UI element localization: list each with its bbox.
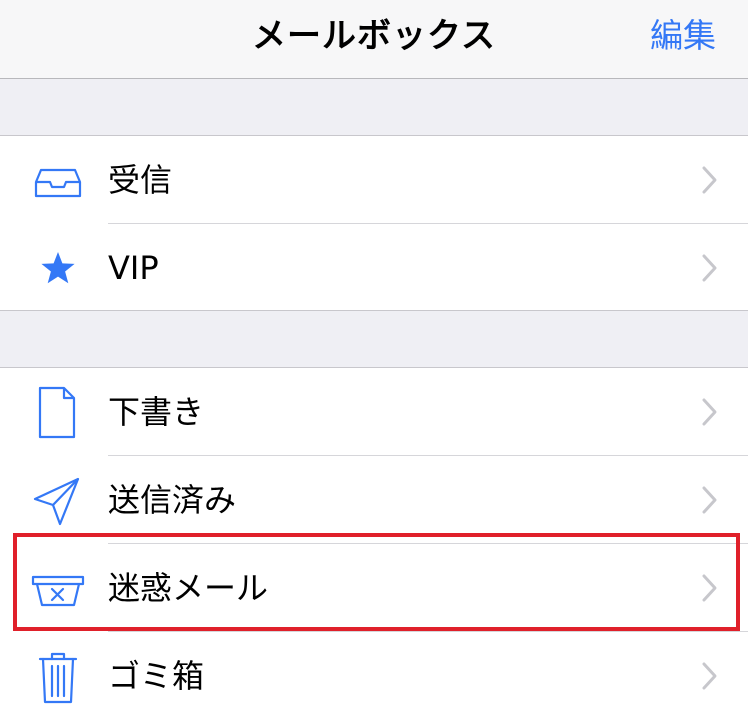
chevron-right-icon xyxy=(700,485,720,515)
inbox-tray-icon xyxy=(28,150,88,210)
mailbox-label: VIP xyxy=(108,249,159,287)
mailbox-row-sent[interactable]: 送信済み xyxy=(0,456,748,544)
junk-box-icon xyxy=(28,558,88,618)
chevron-right-icon xyxy=(700,253,720,283)
mailbox-label: ゴミ箱 xyxy=(108,657,205,695)
mailbox-label: 下書き xyxy=(108,393,205,431)
star-icon xyxy=(28,238,88,298)
mailbox-label: 迷惑メール xyxy=(108,569,269,607)
mailbox-row-inbox[interactable]: 受信 xyxy=(0,136,748,224)
mailbox-label: 受信 xyxy=(108,161,173,199)
mailbox-row-vip[interactable]: VIP xyxy=(0,224,748,312)
navigation-bar: メールボックス 編集 xyxy=(0,0,748,79)
paper-plane-icon xyxy=(28,470,88,530)
chevron-right-icon xyxy=(700,165,720,195)
mailbox-group-primary: 受信 VIP xyxy=(0,135,748,311)
mailbox-label: 送信済み xyxy=(108,481,237,519)
trash-icon xyxy=(28,646,88,706)
edit-button[interactable]: 編集 xyxy=(650,0,716,79)
document-icon xyxy=(28,382,88,442)
mailbox-row-drafts[interactable]: 下書き xyxy=(0,368,748,456)
mailbox-row-junk[interactable]: 迷惑メール xyxy=(0,544,748,632)
mailbox-row-trash[interactable]: ゴミ箱 xyxy=(0,632,748,720)
chevron-right-icon xyxy=(700,397,720,427)
chevron-right-icon xyxy=(700,573,720,603)
page-title: メールボックス xyxy=(252,16,496,56)
mailbox-group-secondary: 下書き 送信済み 迷惑メール ゴミ箱 xyxy=(0,367,748,720)
chevron-right-icon xyxy=(700,661,720,691)
